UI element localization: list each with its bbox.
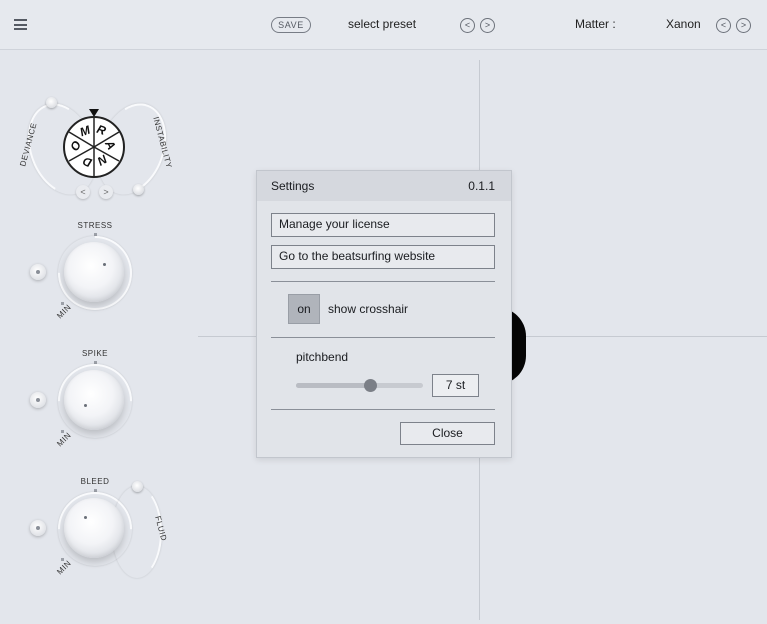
- matter-prev-button[interactable]: <: [716, 18, 731, 33]
- preset-next-button[interactable]: >: [480, 18, 495, 33]
- pitchbend-slider-thumb[interactable]: [364, 379, 377, 392]
- settings-header: Settings 0.1.1: [257, 171, 511, 201]
- crosshair-toggle[interactable]: on: [288, 294, 320, 324]
- stress-min-label: MIN: [55, 302, 73, 321]
- close-button[interactable]: Close: [400, 422, 495, 445]
- random-wheel[interactable]: R A N D O M: [63, 116, 125, 178]
- stress-knob[interactable]: [64, 242, 124, 302]
- spike-knob[interactable]: [64, 370, 124, 430]
- crosshair-label: show crosshair: [328, 302, 409, 316]
- manage-license-button[interactable]: Manage your license: [271, 213, 495, 237]
- stress-mod-button[interactable]: [30, 264, 46, 280]
- spike-mod-button[interactable]: [30, 392, 46, 408]
- separator-1: [271, 281, 495, 282]
- separator-3: [271, 409, 495, 410]
- pitchbend-slider[interactable]: [296, 379, 423, 392]
- bleed-min-label: MIN: [55, 558, 73, 577]
- beatsurfing-website-button[interactable]: Go to the beatsurfing website: [271, 245, 495, 269]
- stress-label: STRESS: [77, 221, 113, 230]
- settings-version: 0.1.1: [468, 179, 495, 193]
- save-button[interactable]: SAVE: [271, 17, 311, 33]
- pitchbend-label: pitchbend: [296, 350, 349, 364]
- wheel-next-button[interactable]: >: [99, 185, 113, 199]
- spike-label: SPIKE: [81, 349, 109, 358]
- matter-next-button[interactable]: >: [736, 18, 751, 33]
- pitchbend-value-field[interactable]: 7 st: [432, 374, 479, 397]
- separator-2: [271, 337, 495, 338]
- settings-dialog: Settings 0.1.1 Manage your license Go to…: [256, 170, 512, 458]
- deviance-handle[interactable]: [46, 97, 57, 108]
- bleed-mod-button[interactable]: [30, 520, 46, 536]
- fluid-handle[interactable]: [132, 481, 143, 492]
- top-bar: SAVE select preset < > Matter : Xanon < …: [0, 0, 767, 50]
- matter-value[interactable]: Xanon: [666, 17, 701, 31]
- hamburger-icon[interactable]: [14, 19, 27, 30]
- wheel-prev-button[interactable]: <: [76, 185, 90, 199]
- settings-title: Settings: [271, 179, 315, 193]
- preset-prev-button[interactable]: <: [460, 18, 475, 33]
- bleed-label: BLEED: [80, 477, 110, 486]
- matter-label: Matter :: [575, 17, 616, 31]
- instability-handle[interactable]: [133, 184, 144, 195]
- bleed-knob[interactable]: [64, 498, 124, 558]
- preset-selector[interactable]: select preset: [348, 17, 416, 31]
- pitchbend-slider-fill: [296, 383, 371, 388]
- spike-min-label: MIN: [55, 430, 73, 449]
